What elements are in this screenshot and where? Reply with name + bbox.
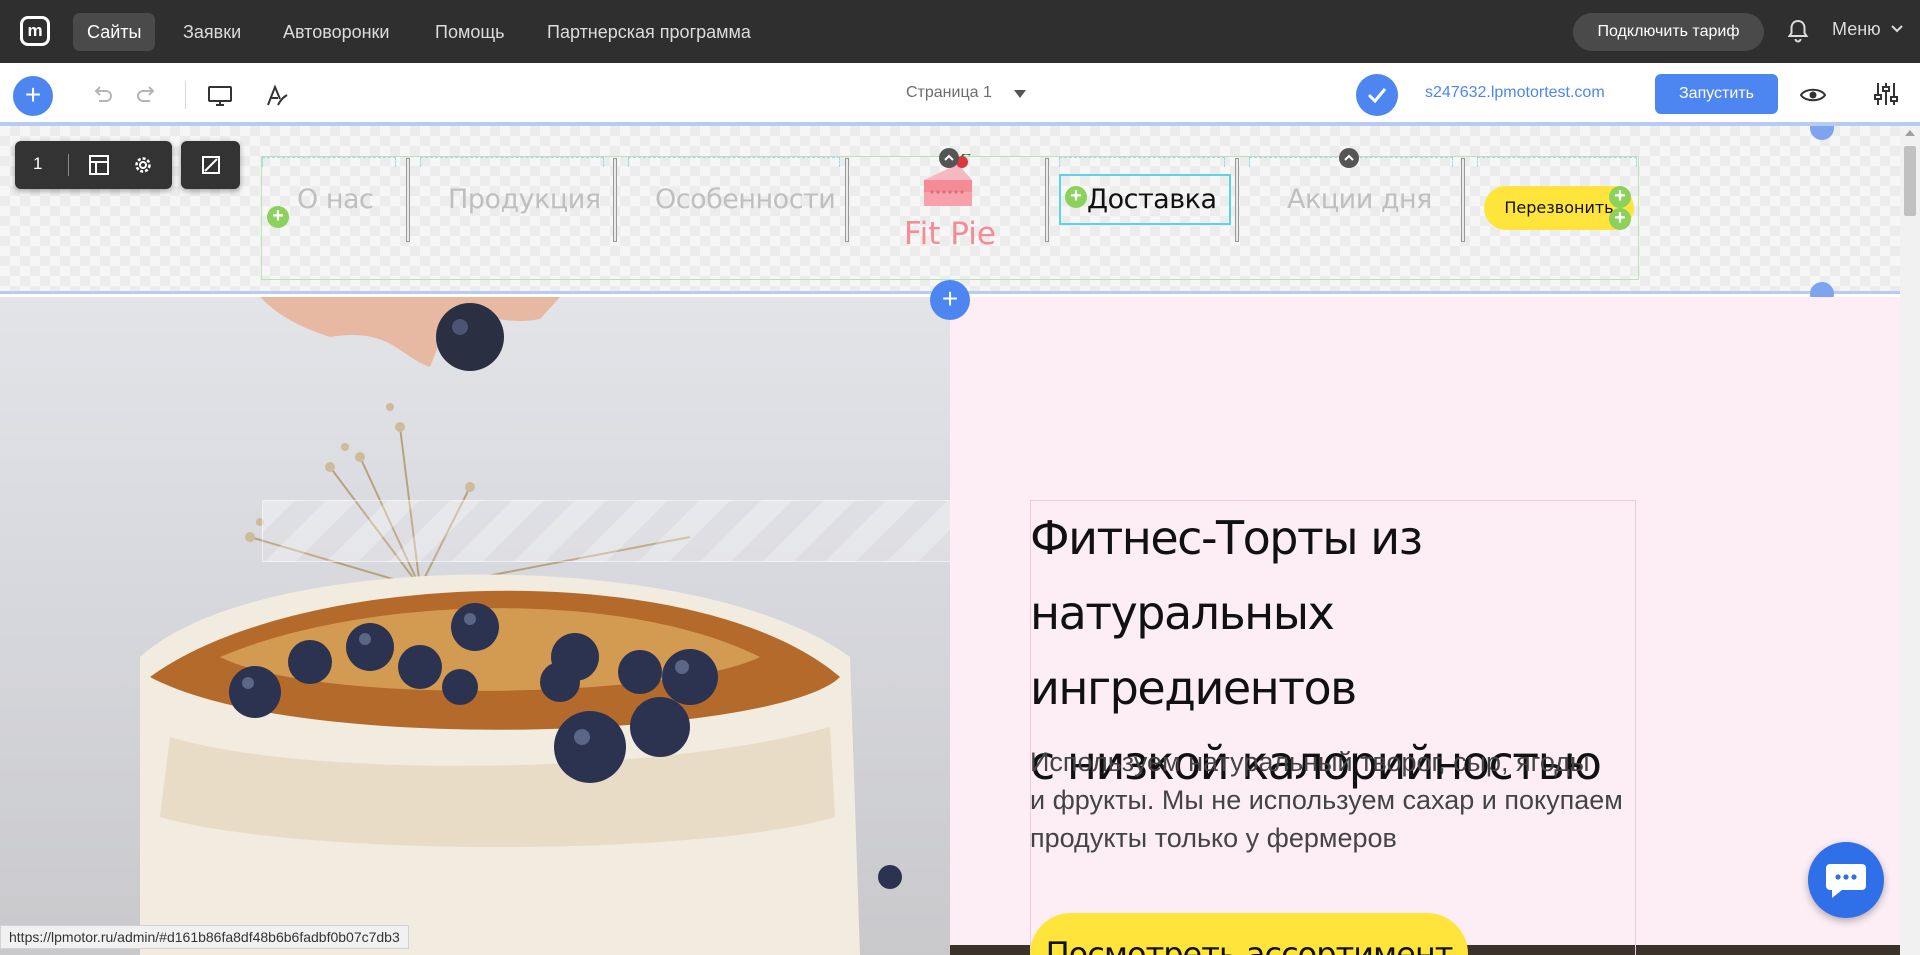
site-header-block[interactable]: 1 О нас Продукция Особенности Fit Pie До…	[0, 126, 1900, 306]
caret-down-icon[interactable]	[1014, 90, 1026, 98]
add-element-button[interactable]: +	[13, 76, 53, 116]
nav-autofunnels[interactable]: Автоворонки	[269, 13, 404, 51]
column-outline	[628, 157, 840, 167]
settings-sliders-icon[interactable]	[1873, 81, 1899, 107]
column-resize-handle[interactable]	[1235, 158, 1239, 242]
hero-subtitle-line: продукты только у фермеров	[1030, 823, 1397, 853]
site-menu-features[interactable]: Особенности	[655, 184, 836, 215]
column-resize-handle[interactable]	[406, 158, 410, 242]
add-block-button[interactable]: +	[930, 280, 970, 320]
hero-title-line: ингредиентов	[1030, 661, 1357, 715]
block-controls-divider	[68, 154, 69, 176]
block-edge-handle[interactable]	[1810, 126, 1834, 140]
nav-help[interactable]: Помощь	[421, 13, 519, 51]
connect-tariff-button[interactable]: Подключить тариф	[1573, 13, 1764, 51]
column-outline	[1059, 157, 1225, 167]
editor-canvas: 1 О нас Продукция Особенности Fit Pie До…	[0, 126, 1900, 955]
nav-partner-program[interactable]: Партнерская программа	[533, 13, 765, 51]
chevron-down-icon[interactable]	[1890, 22, 1904, 36]
menu-button[interactable]: Меню	[1832, 19, 1881, 40]
column-resize-handle[interactable]	[1461, 158, 1465, 242]
chat-bubble-icon	[1826, 864, 1866, 898]
site-domain-link[interactable]: s247632.lpmotortest.com	[1425, 84, 1605, 102]
hero-title-line: Фитнес-Торты из натуральных	[1030, 511, 1423, 640]
top-navbar: m Сайты Заявки Автоворонки Помощь Партне…	[0, 0, 1920, 63]
editor-toolbar: + Страница 1 s247632.lpmotortest.com Зап…	[0, 63, 1920, 126]
add-element-icon[interactable]: +	[1609, 208, 1631, 230]
redo-icon[interactable]	[134, 83, 160, 109]
site-menu-daily-deals[interactable]: Акции дня	[1287, 184, 1432, 215]
lpmotor-logo-icon[interactable]: m	[20, 16, 50, 46]
status-bar-url: https://lpmotor.ru/admin/#d161b86fa8df48…	[0, 925, 409, 949]
preview-eye-icon[interactable]	[1800, 84, 1826, 106]
layout-icon[interactable]	[88, 154, 110, 176]
add-element-icon[interactable]: +	[1065, 186, 1087, 208]
block-number[interactable]: 1	[33, 154, 42, 174]
hero-subtitle-line: Используем натуральный творог, сыр, ягод…	[1030, 747, 1590, 777]
publish-check-button[interactable]	[1356, 74, 1398, 116]
move-up-icon[interactable]	[1339, 148, 1359, 168]
cake-photo-image	[140, 297, 902, 955]
check-icon	[1367, 88, 1387, 104]
toolbar-divider	[185, 81, 186, 109]
gear-icon[interactable]	[132, 154, 154, 176]
nav-sites[interactable]: Сайты	[73, 13, 156, 51]
bell-icon[interactable]	[1786, 18, 1810, 44]
column-resize-handle[interactable]	[613, 158, 617, 242]
site-menu-about[interactable]: О нас	[297, 184, 374, 215]
column-resize-handle[interactable]	[1045, 158, 1049, 242]
launch-button[interactable]: Запустить	[1655, 74, 1778, 114]
hero-cake-photo[interactable]	[0, 297, 950, 955]
column-outline	[1477, 157, 1637, 167]
hero-subtitle[interactable]: Используем натуральный творог, сыр, ягод…	[1030, 743, 1650, 857]
page-selector[interactable]: Страница 1	[906, 84, 992, 102]
scrollbar-thumb[interactable]	[1904, 146, 1916, 216]
typography-icon[interactable]	[264, 83, 290, 109]
site-menu-products[interactable]: Продукция	[448, 184, 601, 215]
hide-icon	[202, 156, 220, 174]
desktop-view-icon[interactable]	[207, 83, 233, 109]
undo-icon[interactable]	[89, 83, 115, 109]
chat-widget-button[interactable]	[1808, 842, 1884, 918]
vertical-scrollbar[interactable]	[1900, 126, 1920, 955]
add-element-icon[interactable]: +	[267, 206, 289, 228]
hero-subtitle-line: и фрукты. Мы не используем сахар и покуп…	[1030, 785, 1623, 815]
move-up-icon[interactable]	[939, 148, 959, 168]
nav-requests[interactable]: Заявки	[169, 13, 255, 51]
column-outline	[262, 157, 396, 167]
column-outline	[420, 157, 604, 167]
hidden-element-placeholder[interactable]	[262, 500, 1004, 562]
scroll-up-icon[interactable]	[1905, 130, 1915, 136]
column-resize-handle[interactable]	[845, 158, 849, 242]
add-element-icon[interactable]: +	[1609, 186, 1631, 208]
view-assortment-button[interactable]: Посмотреть ассортимент	[1030, 913, 1468, 955]
site-brand-name[interactable]: Fit Pie	[902, 216, 998, 252]
hide-block-button[interactable]	[181, 141, 240, 189]
block-controls: 1	[15, 141, 172, 189]
